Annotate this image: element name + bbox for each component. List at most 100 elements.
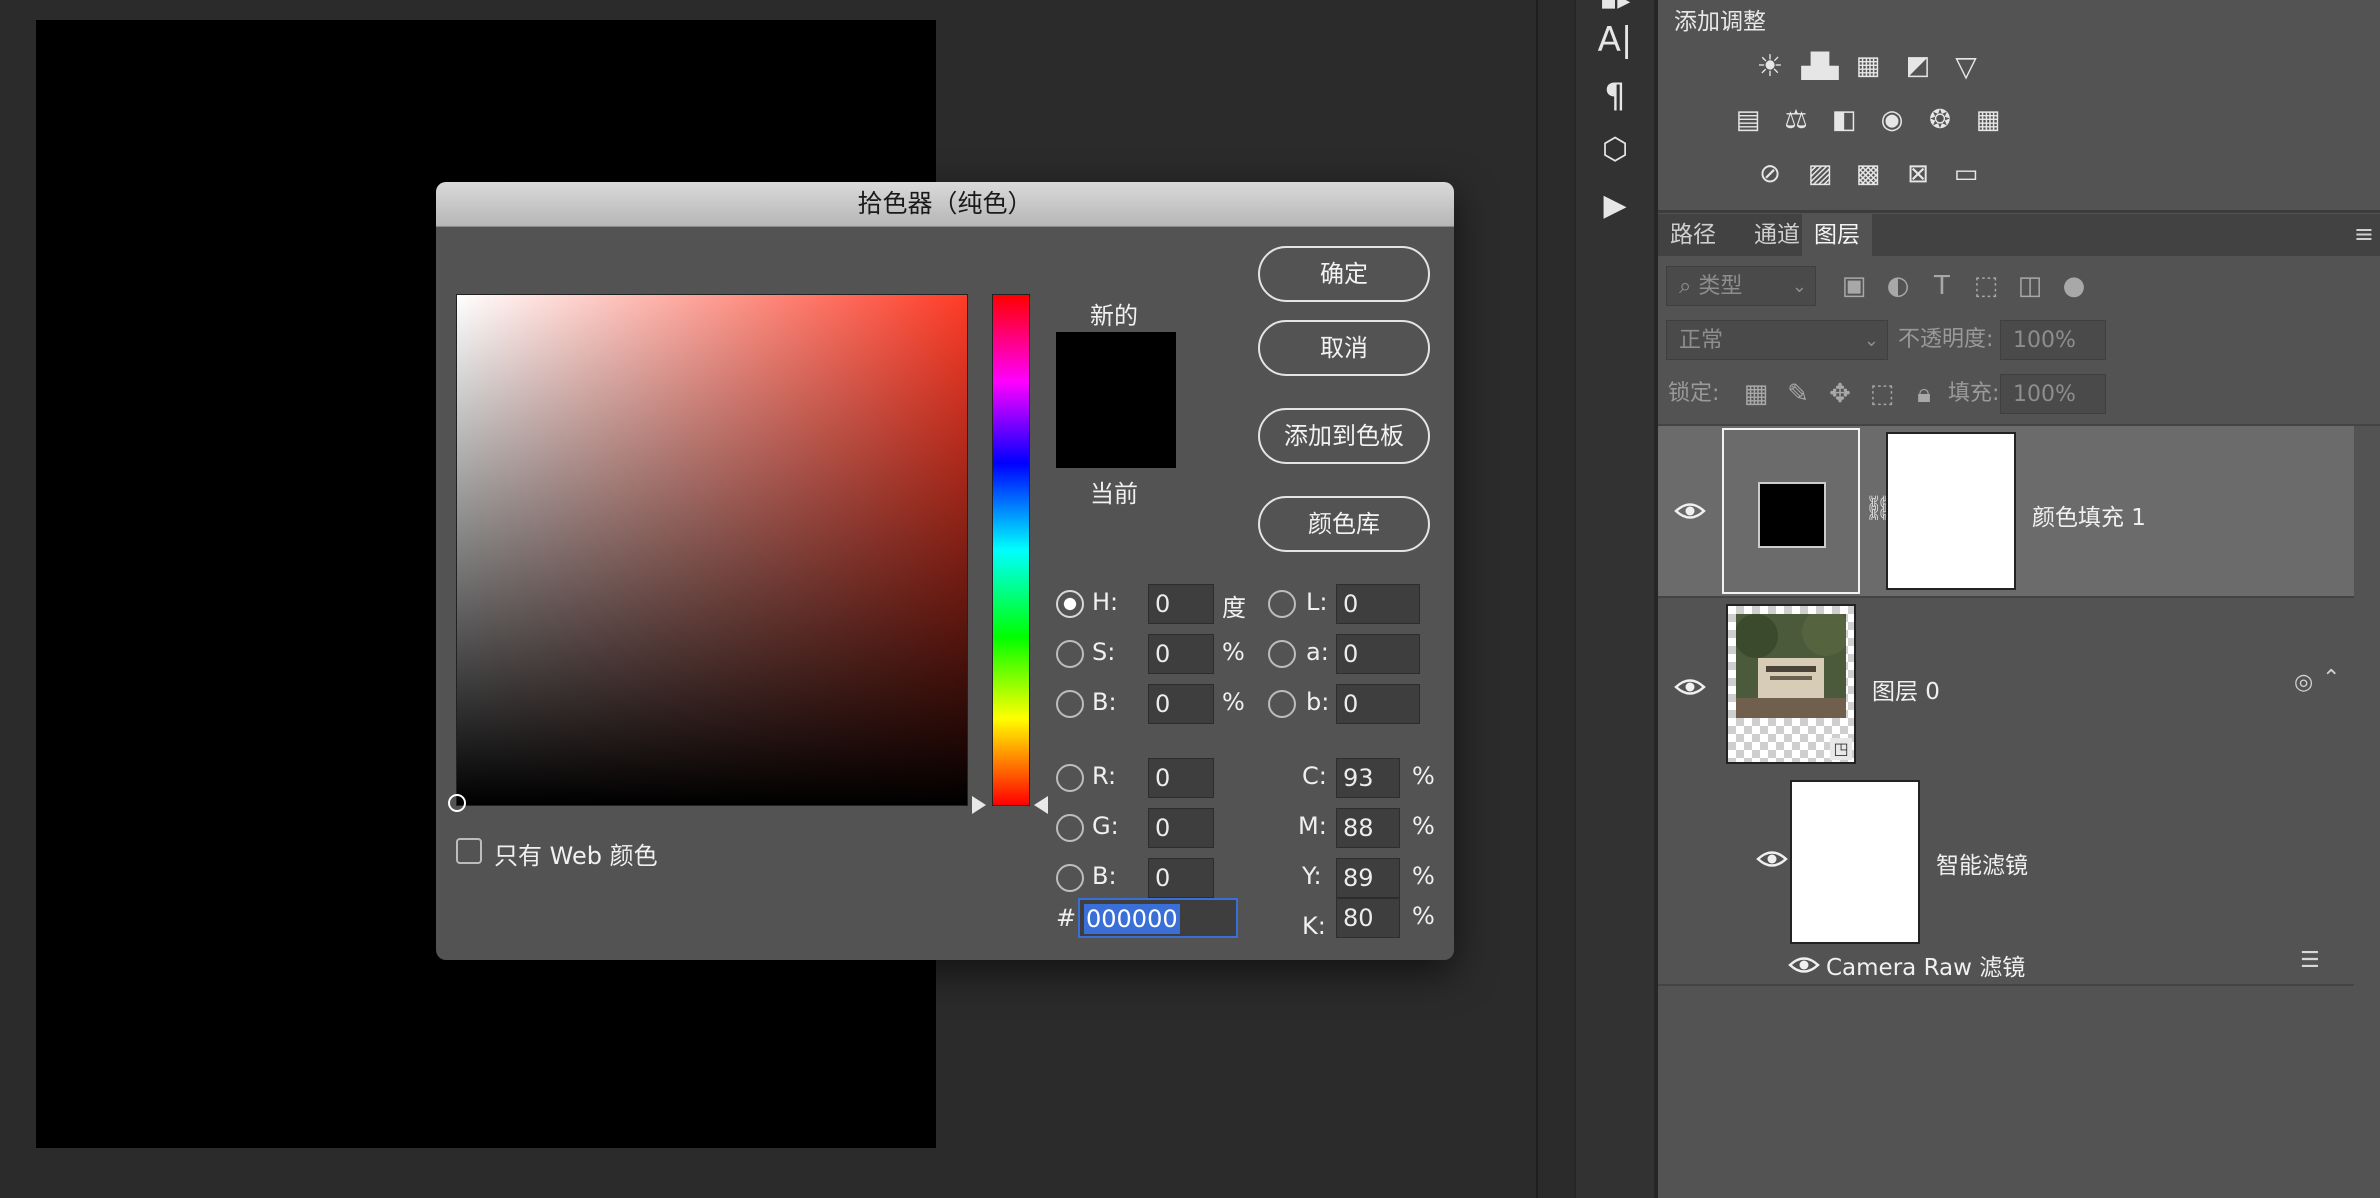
web-colors-checkbox[interactable] <box>456 838 482 864</box>
filter-row-camera-raw[interactable]: Camera Raw 滤镜 ☰ <box>1658 944 2354 986</box>
color-lookup-icon[interactable]: ▦ <box>1968 100 2008 140</box>
hue-pointer-left-icon[interactable] <box>972 796 986 814</box>
smart-filters-label[interactable]: 智能滤镜 <box>1936 846 2028 880</box>
tab-paths[interactable]: 路径 <box>1658 214 1728 256</box>
3d-icon[interactable]: ⬡ <box>1576 132 1654 167</box>
right-panel: 添加调整 ☀ ▟▙ ▦ ◩ ▽ ▤ ⚖ ◧ ◉ ❂ ▦ ⊘ ▨ ▩ ⊠ ▭ 路径… <box>1656 0 2380 1198</box>
current-color-swatch[interactable] <box>1056 400 1176 468</box>
lock-artboard-icon[interactable]: ⬚ <box>1864 376 1900 412</box>
actions-play-icon[interactable]: ▶ <box>1576 188 1654 223</box>
r-radio[interactable] <box>1056 764 1084 792</box>
layer-filter-dropdown[interactable]: ⌕ 类型 ⌄ <box>1666 266 1816 306</box>
curves-icon[interactable]: ▦ <box>1848 46 1888 86</box>
photo-filter-icon[interactable]: ◉ <box>1872 100 1912 140</box>
l-radio[interactable] <box>1268 590 1296 618</box>
pixel-filter-icon[interactable]: ▣ <box>1836 268 1872 304</box>
b-radio[interactable] <box>1056 690 1084 718</box>
smart-object-thumbnail[interactable]: ◳ <box>1726 604 1856 764</box>
levels-icon[interactable]: ▟▙ <box>1800 46 1840 86</box>
threshold-icon[interactable]: ▩ <box>1848 154 1888 194</box>
gradient-map-icon[interactable]: ▭ <box>1946 154 1986 194</box>
filter-name[interactable]: Camera Raw 滤镜 <box>1826 948 2025 982</box>
smart-filters-row[interactable]: 智能滤镜 <box>1658 776 2354 944</box>
r-input[interactable]: 0 <box>1148 758 1214 798</box>
panel-menu-icon[interactable]: ≡ <box>2354 220 2374 248</box>
adjustment-filter-icon[interactable]: ◐ <box>1880 268 1916 304</box>
k-input[interactable]: 80 <box>1336 898 1400 938</box>
opacity-field[interactable]: 100% <box>2000 320 2106 360</box>
character-icon[interactable]: A| <box>1576 20 1654 60</box>
y-input[interactable]: 89 <box>1336 858 1400 898</box>
hex-input[interactable]: 000000 <box>1078 898 1238 938</box>
smart-filter-mask-thumbnail[interactable] <box>1790 780 1920 944</box>
paragraph-icon[interactable]: ¶ <box>1576 76 1654 116</box>
color-libraries-button[interactable]: 颜色库 <box>1258 496 1430 552</box>
eye-icon[interactable] <box>1788 954 1820 976</box>
filter-blending-options-icon[interactable]: ☰ <box>2300 948 2320 973</box>
m-label: M: <box>1298 812 1327 840</box>
selective-color-icon[interactable]: ⊠ <box>1898 154 1938 194</box>
rgb-b-input[interactable]: 0 <box>1148 858 1214 898</box>
h-input[interactable]: 0 <box>1148 584 1214 624</box>
dialog-title: 拾色器（纯色） <box>436 182 1454 227</box>
photo-preview <box>1736 614 1846 718</box>
posterize-icon[interactable]: ▨ <box>1800 154 1840 194</box>
a-input[interactable]: 0 <box>1336 634 1420 674</box>
b-input[interactable]: 0 <box>1148 684 1214 724</box>
saturation-brightness-field[interactable] <box>456 294 968 806</box>
color-balance-icon[interactable]: ⚖ <box>1776 100 1816 140</box>
shape-filter-icon[interactable]: ⬚ <box>1968 268 2004 304</box>
thumb-gap <box>1860 426 1862 596</box>
properties-icon[interactable]: ▪▸ <box>1576 0 1654 16</box>
blend-mode-dropdown[interactable]: 正常 ⌄ <box>1666 320 1888 360</box>
type-filter-icon[interactable]: T <box>1924 268 1960 304</box>
add-to-swatches-button[interactable]: 添加到色板 <box>1258 408 1430 464</box>
lab-b-radio[interactable] <box>1268 690 1296 718</box>
lock-position-icon[interactable]: ✥ <box>1822 376 1858 412</box>
lock-transparent-icon[interactable]: ▦ <box>1738 376 1774 412</box>
s-radio[interactable] <box>1056 640 1084 668</box>
c-input[interactable]: 93 <box>1336 758 1400 798</box>
channel-mixer-icon[interactable]: ❂ <box>1920 100 1960 140</box>
smart-object-filter-icon[interactable]: ◫ <box>2012 268 2048 304</box>
hue-saturation-icon[interactable]: ▤ <box>1728 100 1768 140</box>
exposure-icon[interactable]: ◩ <box>1898 46 1938 86</box>
black-white-icon[interactable]: ◧ <box>1824 100 1864 140</box>
invert-icon[interactable]: ⊘ <box>1750 154 1790 194</box>
b-label: B: <box>1092 688 1117 716</box>
fill-layer-thumbnail[interactable] <box>1722 428 1860 594</box>
s-input[interactable]: 0 <box>1148 634 1214 674</box>
color-picker-dialog: 拾色器（纯色） 新的 当前 确定 取消 添加到色板 颜色库 H: 0 度 S: … <box>436 182 1454 960</box>
h-radio[interactable] <box>1056 590 1084 618</box>
g-radio[interactable] <box>1056 814 1084 842</box>
a-radio[interactable] <box>1268 640 1296 668</box>
g-input[interactable]: 0 <box>1148 808 1214 848</box>
tab-layers[interactable]: 图层 <box>1802 214 1872 256</box>
hue-slider[interactable] <box>992 294 1030 806</box>
eye-icon[interactable] <box>1756 848 1788 870</box>
ok-button[interactable]: 确定 <box>1258 246 1430 302</box>
eye-icon[interactable] <box>1674 676 1706 698</box>
layer-name[interactable]: 颜色填充 1 <box>2032 498 2146 532</box>
layer-name[interactable]: 图层 0 <box>1872 672 1940 706</box>
m-input[interactable]: 88 <box>1336 808 1400 848</box>
lock-image-icon[interactable]: ✎ <box>1780 376 1816 412</box>
filter-toggle-icon[interactable]: ● <box>2056 268 2092 304</box>
smart-filter-indicator-icon[interactable]: ◎ <box>2294 670 2313 695</box>
fill-field[interactable]: 100% <box>2000 374 2106 414</box>
rgb-b-radio[interactable] <box>1056 864 1084 892</box>
l-input[interactable]: 0 <box>1336 584 1420 624</box>
layer-mask-thumbnail[interactable] <box>1886 432 2016 590</box>
hue-pointer-right-icon[interactable] <box>1034 796 1048 814</box>
lock-all-icon[interactable]: 🔒︎ <box>1906 376 1942 412</box>
hex-label: # <box>1056 904 1077 932</box>
collapse-chevron-icon[interactable]: ⌃ <box>2322 666 2340 691</box>
lab-b-input[interactable]: 0 <box>1336 684 1420 724</box>
layer-row-color-fill[interactable]: ⛓ 颜色填充 1 <box>1658 426 2354 598</box>
cancel-button[interactable]: 取消 <box>1258 320 1430 376</box>
layer-row-layer-0[interactable]: ◳ 图层 0 ◎ ⌃ <box>1658 598 2354 774</box>
eye-icon[interactable] <box>1674 500 1706 522</box>
color-selector-marker[interactable] <box>448 794 466 812</box>
vibrance-icon[interactable]: ▽ <box>1946 46 1986 86</box>
brightness-icon[interactable]: ☀ <box>1750 46 1790 86</box>
